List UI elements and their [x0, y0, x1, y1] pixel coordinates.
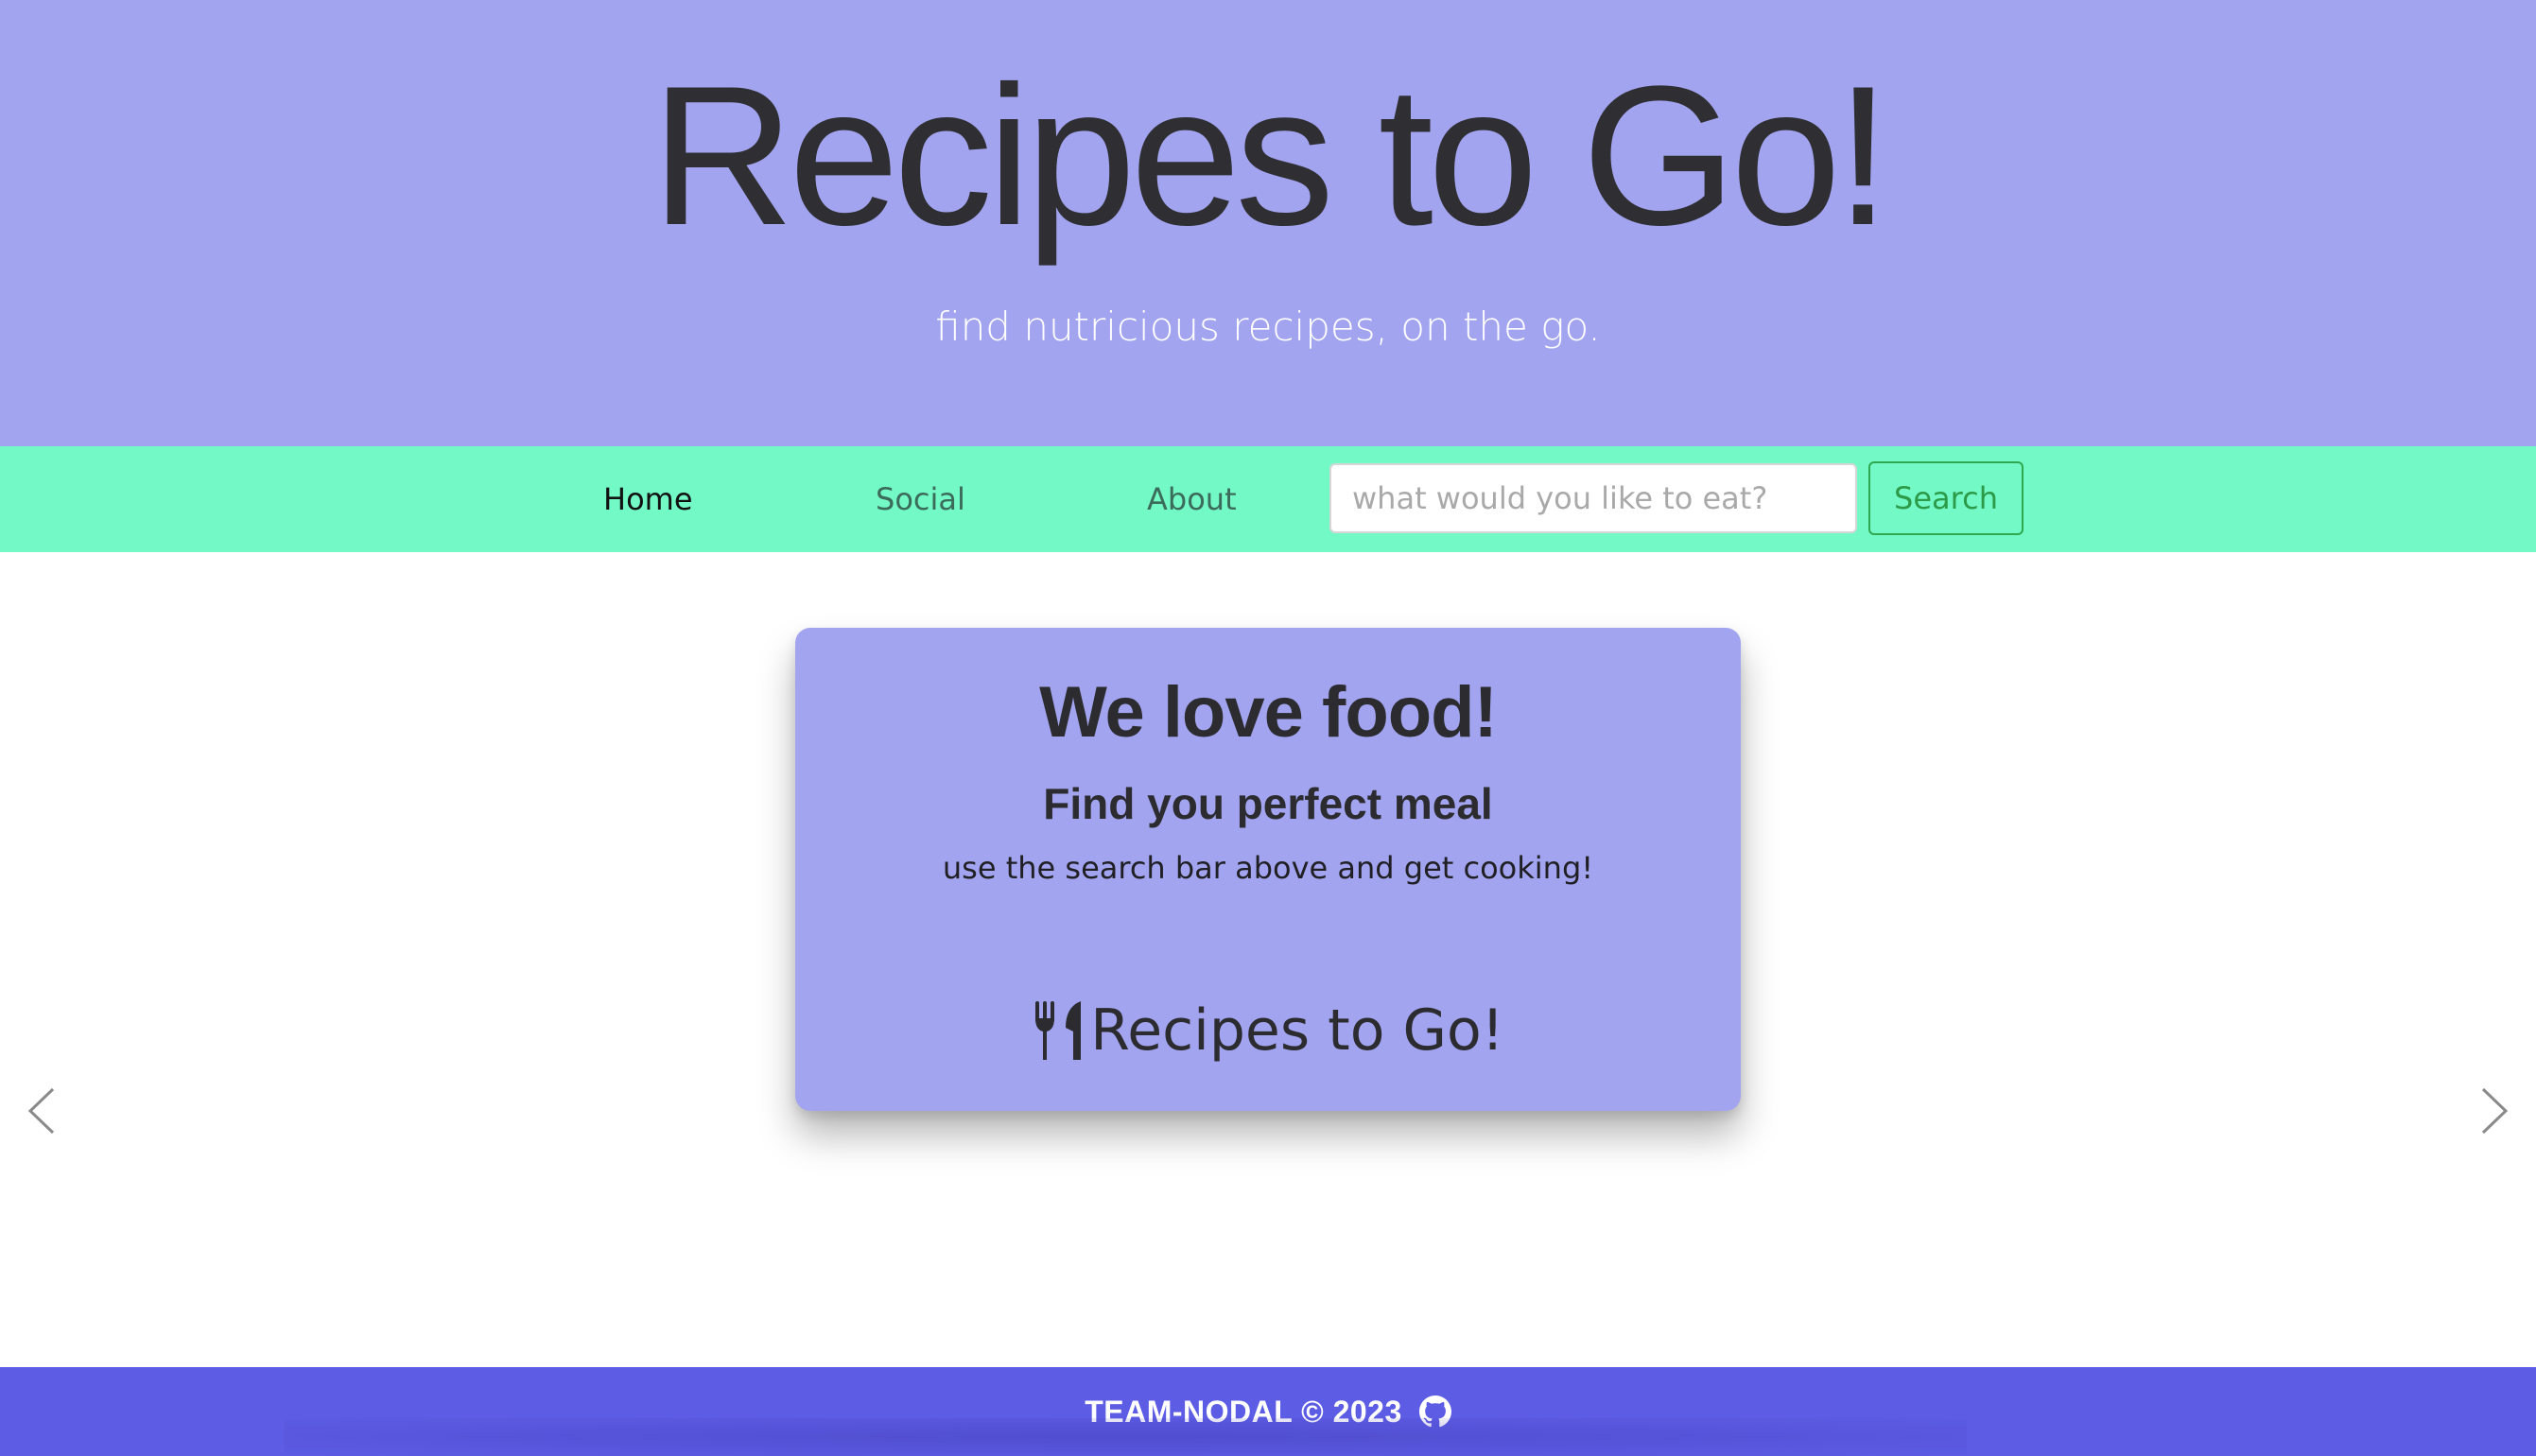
chevron-right-icon: [2481, 1087, 2509, 1135]
github-icon[interactable]: [1418, 1395, 1451, 1428]
carousel-prev-button[interactable]: [13, 1078, 70, 1144]
slide-title: We love food!: [1039, 672, 1498, 753]
footer: TEAM-NODAL © 2023: [0, 1367, 2536, 1456]
search-input[interactable]: [1329, 463, 1857, 533]
carousel-slide-card: We love food! Find you perfect meal use …: [795, 628, 1741, 1111]
carousel-next-button[interactable]: [2466, 1078, 2523, 1144]
hero-header: Recipes to Go! find nutricious recipes, …: [0, 0, 2536, 446]
slide-brand-text: Recipes to Go!: [1090, 997, 1504, 1064]
search-button[interactable]: Search: [1868, 461, 2024, 535]
utensils-icon: [1035, 1001, 1082, 1060]
nav-link-home[interactable]: Home: [603, 446, 693, 552]
slide-brand: Recipes to Go!: [795, 993, 1741, 1068]
slide-text: use the search bar above and get cooking…: [942, 850, 1594, 886]
site-tagline: find nutricious recipes, on the go.: [935, 303, 1601, 350]
site-title: Recipes to Go!: [651, 44, 1891, 267]
nav-link-about[interactable]: About: [1147, 446, 1237, 552]
nav-link-social[interactable]: Social: [876, 446, 965, 552]
slide-subtitle: Find you perfect meal: [1043, 779, 1493, 828]
footer-copyright: TEAM-NODAL © 2023: [1085, 1394, 1402, 1429]
page: Recipes to Go! find nutricious recipes, …: [0, 0, 2536, 1456]
navbar: Home Social About: [0, 446, 2536, 552]
chevron-left-icon: [27, 1087, 55, 1135]
